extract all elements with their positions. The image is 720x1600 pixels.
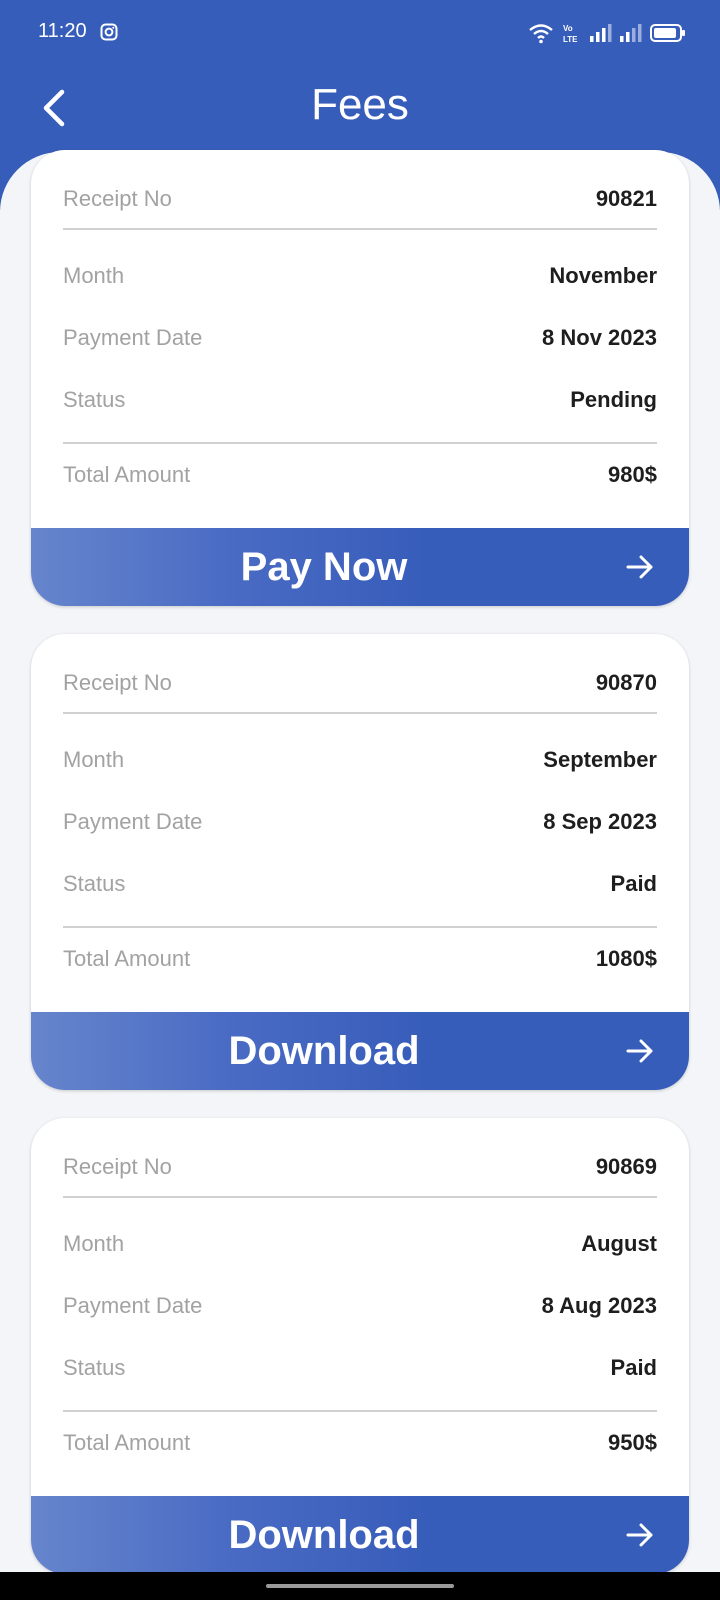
receipt-value: 90869 [595,1154,657,1179]
payment-date-row: Payment Date 8 Sep 2023 [63,802,657,842]
signal-icon-2 [620,24,642,42]
divider [63,1196,657,1198]
status-value: Paid [610,871,657,896]
payment-date-label: Payment Date [63,809,203,834]
page-title: Fees [311,80,409,129]
pay-now-button[interactable]: Pay Now [31,528,689,606]
arrow-right-icon [626,1523,653,1547]
payment-date-value: 8 Nov 2023 [542,325,657,350]
total-value: 980$ [608,462,657,487]
divider [63,228,657,230]
signal-icon [590,24,612,42]
action-label: Download [228,1513,420,1557]
status-value: Pending [570,387,657,412]
month-row: Month August [63,1224,657,1264]
total-row: Total Amount 1080$ [63,939,657,979]
status-row: Status Paid [63,864,657,904]
svg-text:Vo: Vo [563,24,573,33]
receipt-value: 90870 [595,670,657,695]
download-button[interactable]: Download [31,1012,689,1090]
payment-date-value: 8 Aug 2023 [541,1293,657,1318]
receipt-row: Receipt No 90869 [63,1147,657,1187]
fee-list: Receipt No 90821 Month November Payment … [31,150,689,1600]
total-value: 950$ [608,1430,657,1455]
arrow-right-icon [626,1039,653,1063]
status-label: Status [63,1355,126,1380]
receipt-label: Receipt No [63,670,172,695]
status-value: Paid [610,1355,657,1380]
status-row: Status Paid [63,1348,657,1388]
total-row: Total Amount 950$ [63,1423,657,1463]
receipt-row: Receipt No 90870 [63,663,657,703]
month-label: Month [63,263,125,288]
month-row: Month November [63,256,657,296]
total-label: Total Amount [63,1430,191,1455]
payment-date-value: 8 Sep 2023 [543,809,657,834]
fee-card: Receipt No 90870 Month September Payment… [31,634,689,1090]
wifi-icon [529,24,553,44]
payment-date-label: Payment Date [63,1293,203,1318]
status-row: Status Pending [63,380,657,420]
total-row: Total Amount 980$ [63,455,657,495]
divider [63,1410,657,1412]
receipt-label: Receipt No [63,1154,172,1179]
divider [63,712,657,714]
status-label: Status [63,387,126,412]
svg-text:LTE: LTE [563,35,578,44]
arrow-right-icon [626,555,653,579]
volte-icon: Vo LTE [563,24,578,44]
total-label: Total Amount [63,946,191,971]
divider [63,926,657,928]
total-value: 1080$ [595,946,657,971]
status-time: 11:20 [38,20,87,42]
battery-icon [650,24,685,42]
month-label: Month [63,1231,125,1256]
month-value: September [543,747,657,772]
month-label: Month [63,747,125,772]
action-label: Download [228,1029,420,1073]
payment-date-row: Payment Date 8 Aug 2023 [63,1286,657,1326]
divider [63,442,657,444]
receipt-value: 90821 [595,186,657,211]
month-row: Month September [63,740,657,780]
payment-date-row: Payment Date 8 Nov 2023 [63,318,657,358]
payment-date-label: Payment Date [63,325,203,350]
status-label: Status [63,871,126,896]
navigation-bar [0,1572,720,1600]
fee-card: Receipt No 90821 Month November Payment … [31,150,689,606]
instagram-icon [100,23,118,41]
system-icons: Vo LTE [528,20,686,46]
download-button[interactable]: Download [31,1496,689,1574]
fee-card: Receipt No 90869 Month August Payment Da… [31,1118,689,1574]
action-label: Pay Now [240,545,408,589]
month-value: August [581,1231,657,1256]
home-indicator[interactable] [266,1584,454,1588]
month-value: November [549,263,657,288]
total-label: Total Amount [63,462,191,487]
receipt-label: Receipt No [63,186,172,211]
status-bar: 11:20 Vo LTE [0,0,720,64]
receipt-row: Receipt No 90821 [63,179,657,219]
